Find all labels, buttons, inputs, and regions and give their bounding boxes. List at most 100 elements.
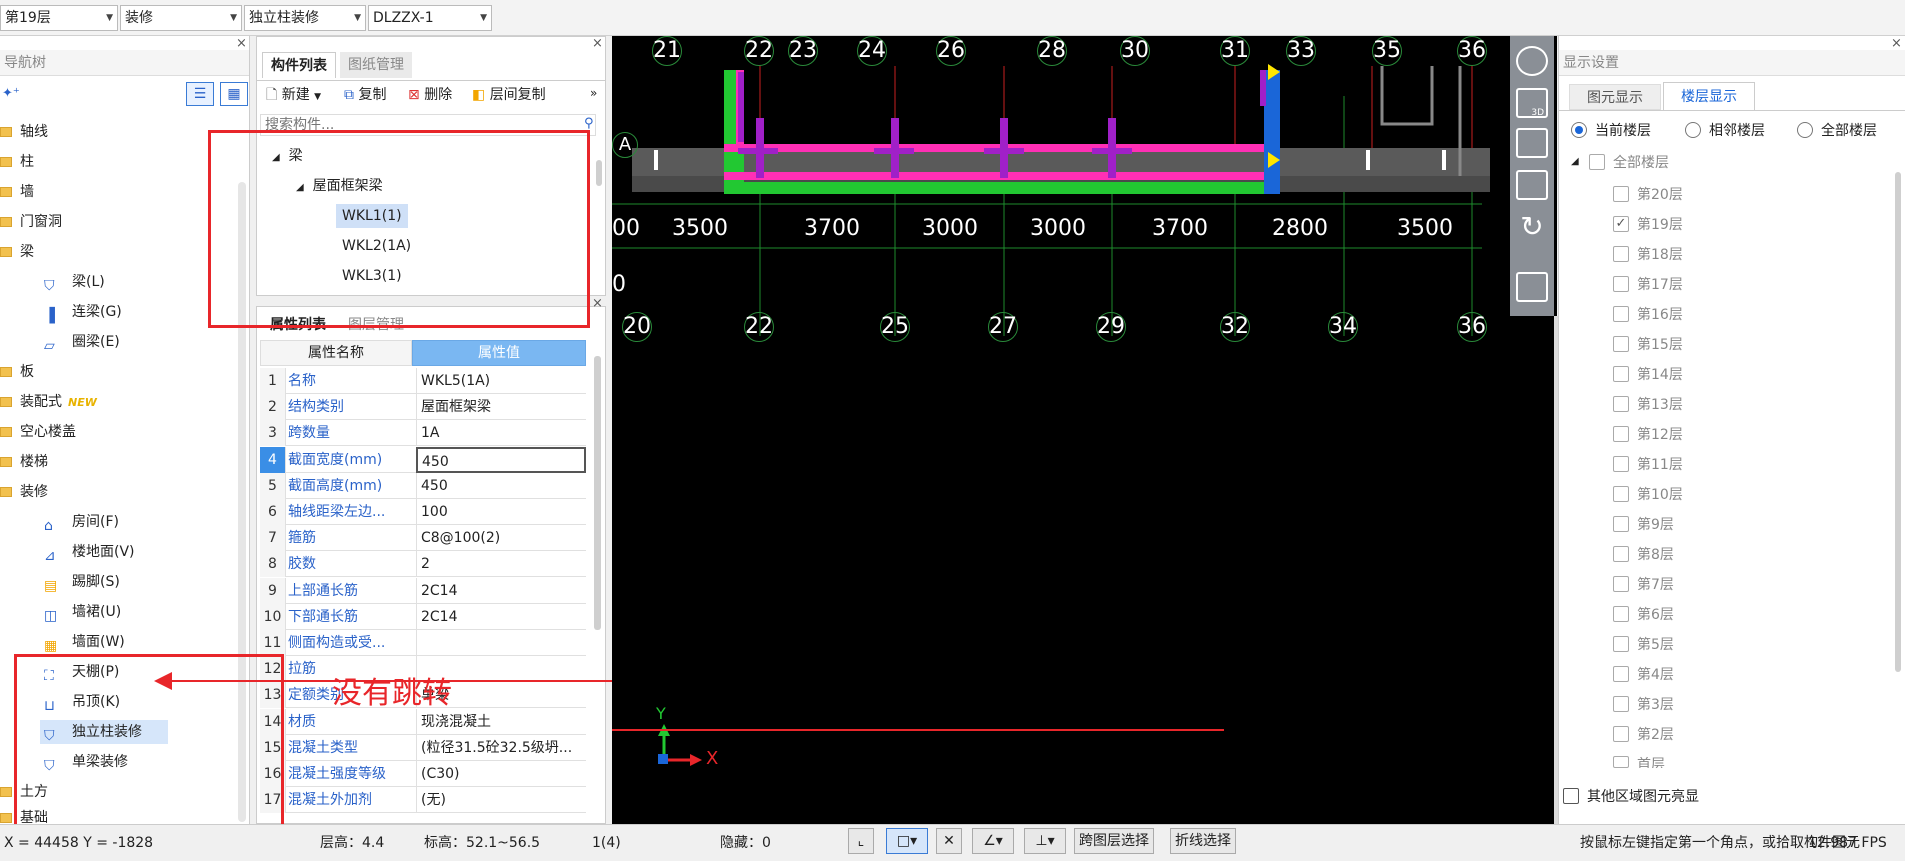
property-value[interactable]: (无) (416, 787, 586, 814)
nav-item-floor-surface[interactable]: ⊿ 楼地面(V) (44, 540, 135, 564)
box-view-icon[interactable] (1516, 170, 1548, 200)
subtype-dropdown[interactable]: 独立柱装修 ▼ (244, 5, 366, 31)
view-3d-icon[interactable]: 3D (1516, 88, 1548, 118)
nav-item-link-beam[interactable]: ▐ 连梁(G) (44, 300, 122, 324)
checkbox-all-floors[interactable] (1589, 154, 1605, 170)
checkbox-floor[interactable] (1613, 726, 1629, 742)
tab-component-list[interactable]: 构件列表 (262, 52, 336, 78)
property-value[interactable]: 屋面框架梁 (416, 394, 586, 421)
property-value[interactable]: 100 (416, 499, 586, 525)
close-icon[interactable]: × (1891, 36, 1902, 51)
snap-mode-icon[interactable]: □▾ (886, 828, 928, 854)
polyline-select-button[interactable]: 折线选择 (1170, 828, 1236, 854)
selected-element[interactable] (1264, 70, 1280, 194)
more-icon[interactable]: » (590, 86, 597, 100)
copy-between-floors-button[interactable]: ◧ 层间复制 (472, 84, 546, 106)
copy-button[interactable]: ⧉ 复制 (344, 84, 386, 106)
nav-item-wall[interactable]: 墙 (0, 180, 34, 204)
property-row[interactable]: 1 名称 WKL5(1A) (260, 368, 586, 394)
nav-item-prefab[interactable]: 装配式 NEW (0, 390, 97, 414)
property-value[interactable]: 450 (416, 472, 586, 499)
nav-item-hollow-floor[interactable]: 空心楼盖 (0, 420, 76, 444)
property-scrollbar[interactable] (594, 356, 601, 630)
property-value[interactable]: (粒径31.5砼32.5级坍... (416, 734, 586, 761)
nav-item-wall-surface[interactable]: ▦ 墙面(W) (44, 630, 125, 654)
property-row[interactable]: 16 混凝土强度等级 (C30) (260, 761, 586, 787)
top-view-icon[interactable] (1516, 128, 1548, 158)
nav-item-ring-beam[interactable]: ▱ 圈梁(E) (44, 330, 120, 354)
property-row[interactable]: 11 侧面构造或受... (260, 630, 586, 656)
collapse-arrow-icon[interactable]: ◢ (1571, 156, 1579, 167)
radio-current-floor[interactable] (1571, 122, 1587, 138)
nav-item-room[interactable]: ⌂ 房间(F) (44, 510, 119, 534)
ortho-icon[interactable]: ⌞ (848, 828, 874, 854)
property-row[interactable]: 9 上部通长筋 2C14 (260, 577, 586, 604)
property-value[interactable]: (C30) (416, 761, 586, 787)
nav-item-column[interactable]: 柱 (0, 150, 34, 174)
rotate-icon[interactable]: ↻ (1516, 212, 1548, 242)
checkbox-floor[interactable] (1613, 276, 1629, 292)
checkbox-floor[interactable] (1613, 486, 1629, 502)
property-row[interactable]: 5 截面高度(mm) 450 (260, 472, 586, 499)
delete-button[interactable]: ⊠ 删除 (408, 84, 452, 106)
checkbox-floor[interactable] (1613, 636, 1629, 652)
property-value[interactable]: WKL5(1A) (416, 368, 586, 394)
close-icon[interactable]: × (592, 296, 603, 311)
property-value[interactable]: 1A (416, 420, 586, 447)
nav-item-dado[interactable]: ◫ 墙裙(U) (44, 600, 121, 624)
checkbox-floor[interactable] (1613, 606, 1629, 622)
property-row[interactable]: 7 箍筋 C8@100(2) (260, 525, 586, 552)
property-value[interactable]: 2C14 (416, 603, 586, 630)
checkbox-floor[interactable] (1613, 516, 1629, 532)
property-row[interactable]: 2 结构类别 屋面框架梁 (260, 394, 586, 421)
nav-item-beam-l[interactable]: ⛉ 梁(L) (44, 270, 105, 294)
angle-icon[interactable]: ∠▾ (972, 828, 1014, 854)
checkbox-floor[interactable] (1613, 426, 1629, 442)
checkbox-other-area-highlight[interactable] (1563, 788, 1579, 804)
checkbox-floor[interactable] (1613, 366, 1629, 382)
category-dropdown[interactable]: 装修 ▼ (120, 5, 242, 31)
component-dropdown[interactable]: DLZZX-1 ▼ (368, 5, 492, 31)
property-value[interactable]: 2C14 (416, 577, 586, 604)
drawing-canvas[interactable]: 21 22 23 24 26 28 30 31 33 35 36 A 00 35… (612, 36, 1557, 824)
offset-icon[interactable]: ⊥▾ (1024, 828, 1066, 854)
property-value[interactable]: 现浇混凝土 (416, 708, 586, 735)
nav-item-decoration[interactable]: 装修 (0, 480, 48, 504)
property-row[interactable]: 4 截面宽度(mm) 450 (260, 446, 586, 473)
property-value[interactable]: 2 (416, 551, 586, 578)
floor-dropdown[interactable]: 第19层 ▼ (0, 5, 118, 31)
checkbox-floor[interactable] (1613, 456, 1629, 472)
checkbox-floor[interactable] (1613, 666, 1629, 682)
nav-item-openings[interactable]: 门窗洞 (0, 210, 62, 234)
layer-grid-icon[interactable] (1516, 272, 1548, 302)
checkbox-floor[interactable] (1613, 576, 1629, 592)
checkbox-floor[interactable] (1613, 306, 1629, 322)
property-value[interactable] (416, 630, 586, 656)
close-icon[interactable]: × (236, 36, 247, 51)
property-row[interactable]: 10 下部通长筋 2C14 (260, 603, 586, 630)
checkbox-floor[interactable] (1613, 696, 1629, 712)
checkbox-floor[interactable] (1613, 336, 1629, 352)
property-row[interactable]: 3 跨数量 1A (260, 420, 586, 447)
property-row[interactable]: 8 胶数 2 (260, 551, 586, 578)
search-icon[interactable]: ⚲ (584, 116, 594, 131)
list-view-icon[interactable]: ☰ (186, 82, 214, 106)
grid-view-icon[interactable]: ▦ (220, 82, 248, 106)
nav-item-skirting[interactable]: ▤ 踢脚(S) (44, 570, 120, 594)
radio-adjacent-floor[interactable] (1685, 122, 1701, 138)
property-value[interactable]: C8@100(2) (416, 525, 586, 552)
checkbox-floor[interactable] (1613, 396, 1629, 412)
close-icon[interactable]: × (592, 36, 603, 51)
property-row[interactable]: 15 混凝土类型 (粒径31.5砼32.5级坍... (260, 734, 586, 761)
radio-all-floors[interactable] (1797, 122, 1813, 138)
tab-drawing-management[interactable]: 图纸管理 (340, 52, 412, 78)
property-row[interactable]: 17 混凝土外加剂 (无) (260, 787, 586, 814)
floor-list-scrollbar[interactable] (1895, 172, 1901, 672)
nav-item-slab[interactable]: 板 (0, 360, 34, 384)
nav-item-stairs[interactable]: 楼梯 (0, 450, 48, 474)
orbit-icon[interactable] (1516, 46, 1548, 76)
checkbox-floor[interactable] (1613, 246, 1629, 262)
property-value[interactable]: 450 (416, 446, 586, 473)
checkbox-floor[interactable] (1613, 186, 1629, 202)
expand-all-icon[interactable]: ✦⁺ (2, 86, 20, 101)
